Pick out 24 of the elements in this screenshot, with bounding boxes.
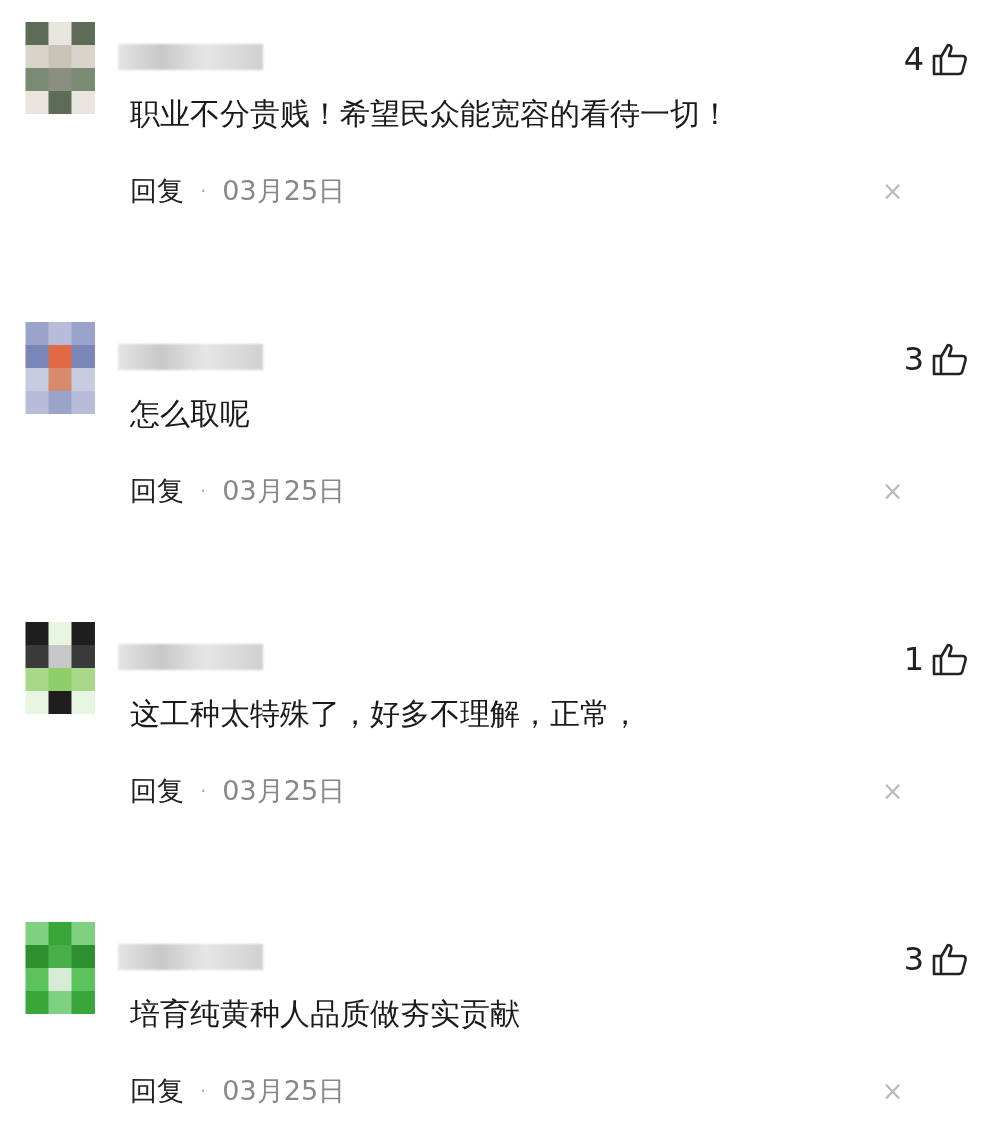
comment-date: 03月25日: [222, 474, 346, 508]
like-count: 3: [903, 940, 924, 978]
reply-link[interactable]: 回复: [130, 173, 184, 209]
comment-date: 03月25日: [222, 174, 346, 208]
thumbs-up-icon[interactable]: [932, 942, 968, 976]
like-count: 1: [903, 640, 924, 678]
like-count: 4: [903, 40, 924, 78]
reply-link[interactable]: 回复: [130, 773, 184, 809]
like-count: 3: [903, 340, 924, 378]
separator-dot: ·: [200, 1079, 207, 1103]
comment-text: 职业不分贵贱！希望民众能宽容的看待一切！: [130, 95, 731, 133]
comment-date: 03月25日: [222, 774, 346, 808]
separator-dot: ·: [200, 479, 207, 503]
comment-text: 怎么取呢: [130, 395, 251, 433]
comment-text: 培育纯黄种人品质做夯实贡献: [130, 995, 521, 1033]
reply-link[interactable]: 回复: [130, 1073, 184, 1109]
thumbs-up-icon[interactable]: [932, 342, 968, 376]
separator-dot: ·: [200, 179, 207, 203]
thumbs-up-icon[interactable]: [932, 642, 968, 676]
comment-date: 03月25日: [222, 1074, 346, 1108]
thumbs-up-icon[interactable]: [932, 42, 968, 76]
reply-link[interactable]: 回复: [130, 473, 184, 509]
separator-dot: ·: [200, 779, 207, 803]
comment-text: 这工种太特殊了，好多不理解，正常，: [130, 695, 641, 733]
